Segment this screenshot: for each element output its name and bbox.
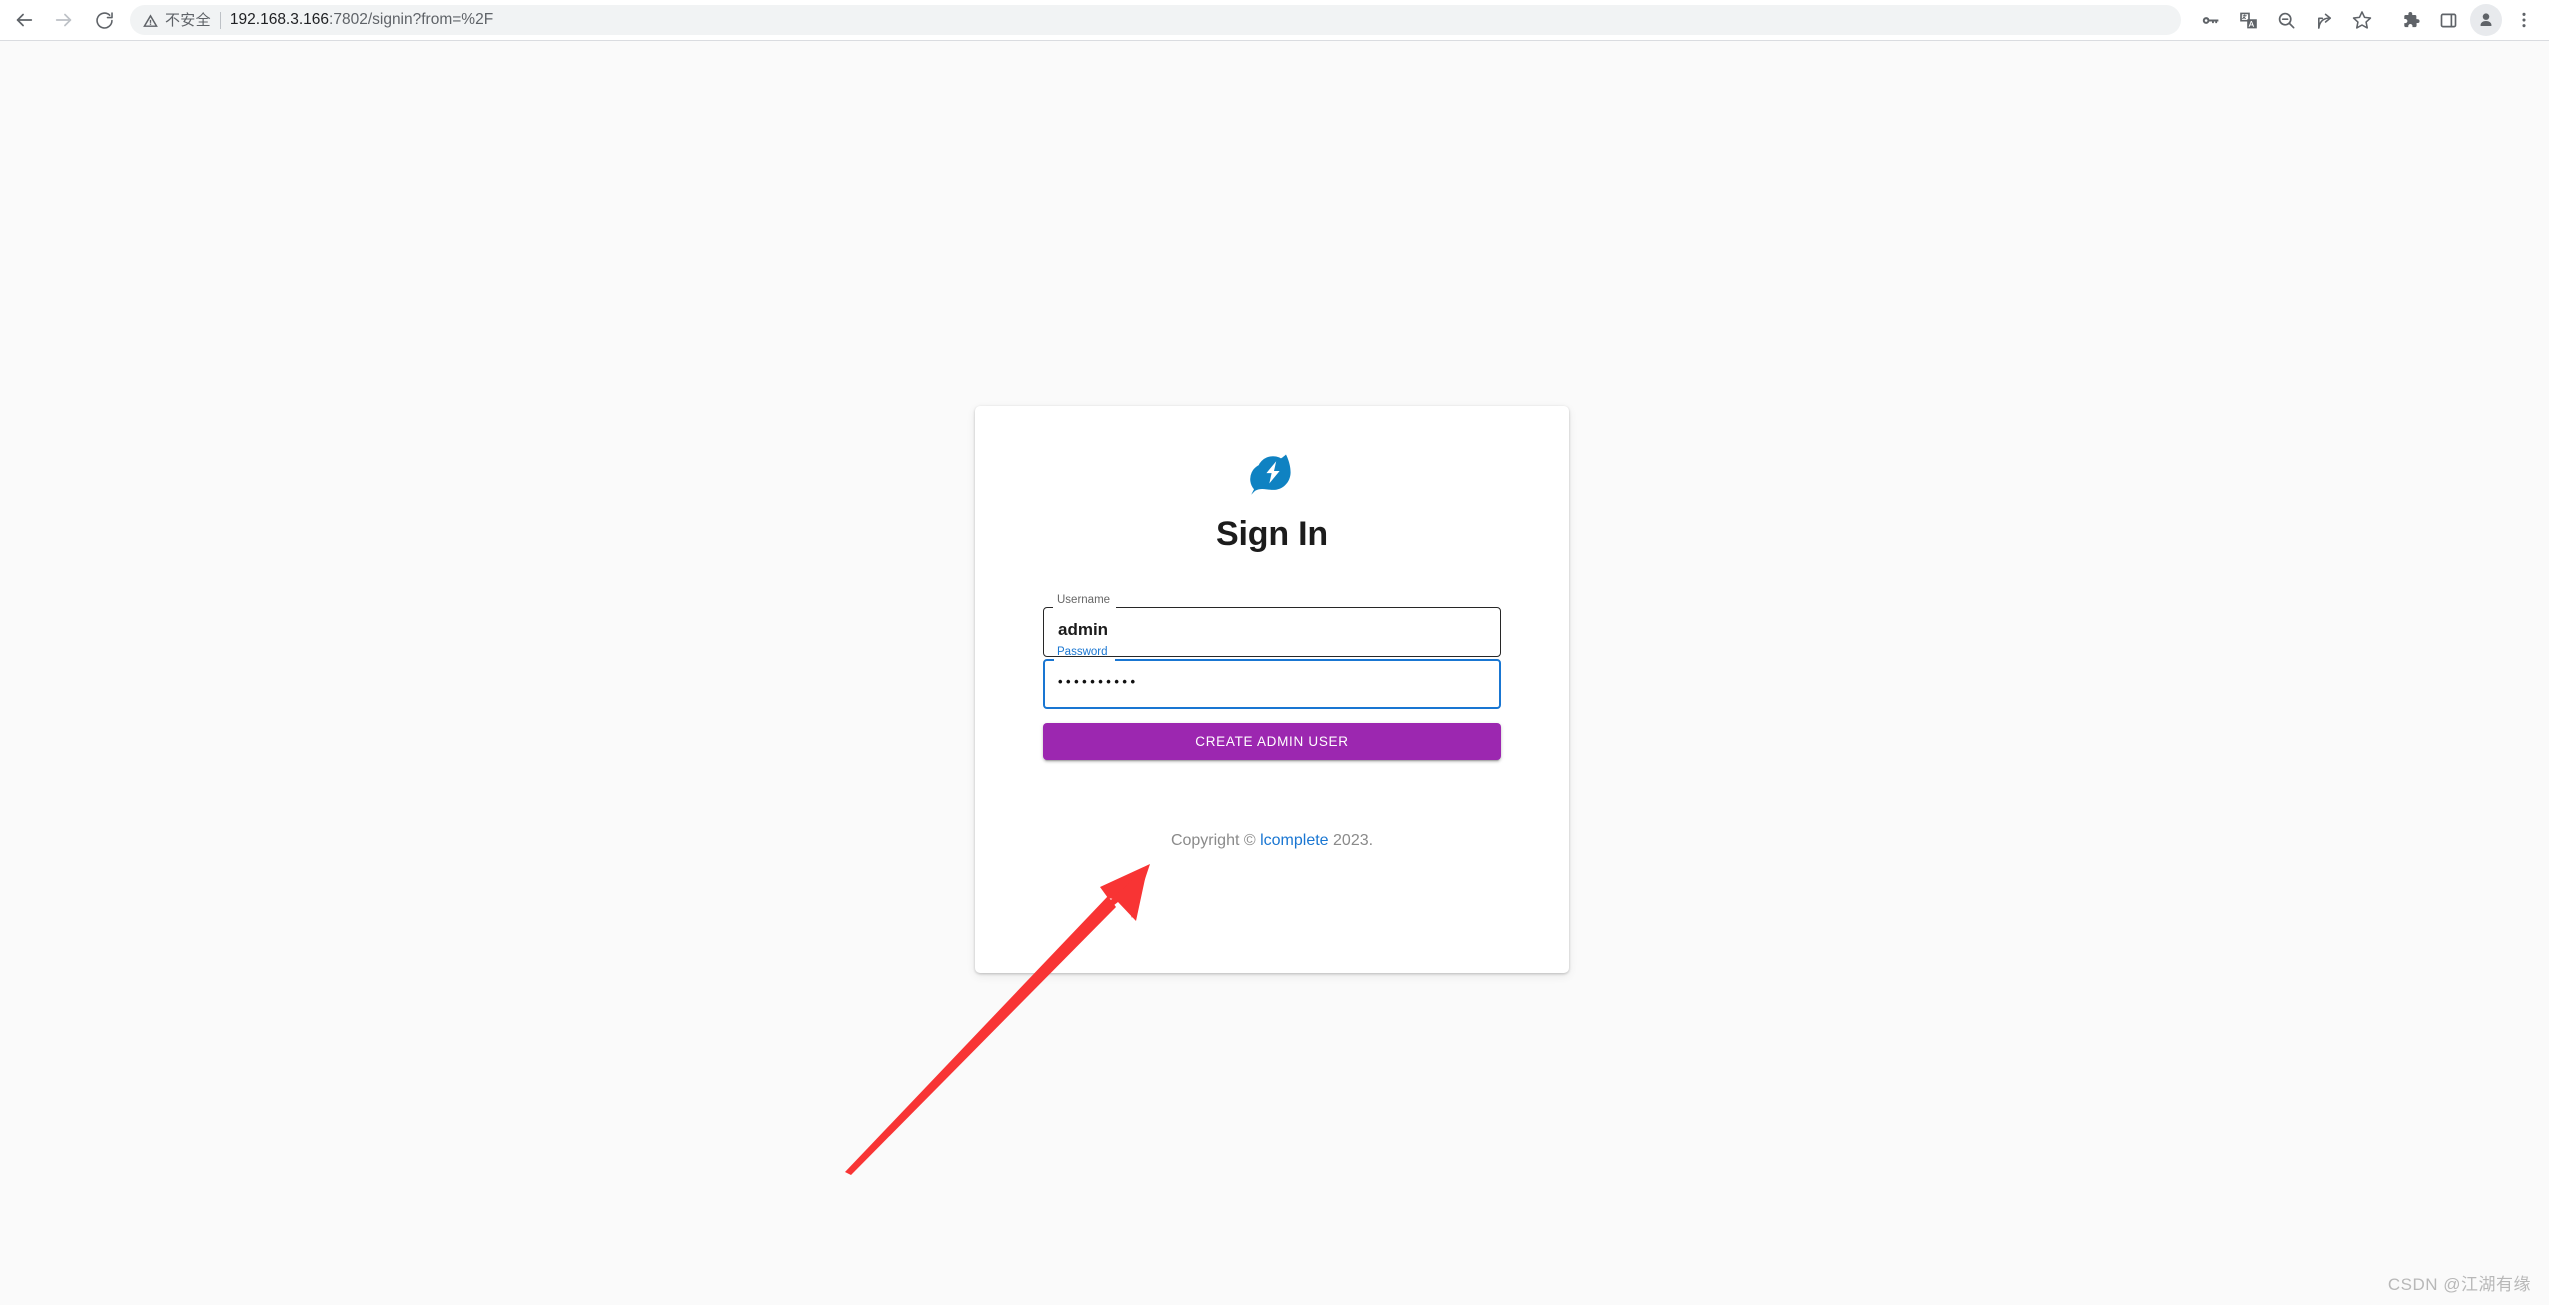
page-title: Sign In [1216, 515, 1328, 553]
password-key-button[interactable] [2191, 1, 2229, 39]
arrow-right-icon [55, 13, 72, 27]
url-path: :7802/signin?from=%2F [329, 12, 494, 28]
copyright-suffix: 2023. [1328, 832, 1374, 849]
forward-button[interactable] [44, 0, 84, 40]
side-panel-icon [2440, 13, 2456, 27]
url-host: 192.168.3.166 [229, 12, 330, 28]
address-bar[interactable]: 不安全 192.168.3.166:7802/signin?from=%2F [130, 5, 2181, 35]
reload-button[interactable] [84, 0, 124, 40]
username-field-outline: Username [1043, 602, 1501, 657]
profile-avatar-icon [2480, 13, 2492, 26]
copyright-prefix: Copyright © [1170, 832, 1261, 849]
more-menu-icon [2522, 12, 2526, 28]
password-value[interactable]: •••••••••• [1058, 654, 1139, 709]
share-button[interactable] [2305, 1, 2343, 39]
omnibox-divider [219, 11, 221, 29]
username-field[interactable]: Username Username admin [1043, 594, 1501, 657]
page-viewport: Sign In Username Username admin Password… [0, 41, 2549, 1305]
create-admin-user-button[interactable]: CREATE ADMIN USER [1043, 723, 1501, 760]
sign-in-card: Sign In Username Username admin Password… [975, 406, 1569, 973]
zoom-out-button[interactable] [2267, 1, 2305, 39]
watermark-label: CSDN @江湖有缘 [2387, 1275, 2531, 1294]
back-button[interactable] [4, 0, 44, 40]
bookmark-star-icon [2352, 11, 2372, 29]
password-field[interactable]: Password Password •••••••••• [1043, 646, 1501, 709]
copyright-text: Copyright © lcomplete 2023. [975, 832, 1569, 850]
profile-button[interactable] [2470, 4, 2502, 36]
more-menu-button[interactable] [2505, 1, 2543, 39]
arrow-left-icon [16, 13, 33, 27]
zoom-out-icon [2278, 12, 2295, 29]
extensions-button[interactable] [2391, 1, 2429, 39]
app-logo [975, 448, 1569, 496]
reload-icon [95, 11, 113, 29]
side-panel-button[interactable] [2429, 1, 2467, 39]
url-text: 192.168.3.166:7802/signin?from=%2F [230, 12, 493, 28]
bookmark-star-button[interactable] [2343, 1, 2381, 39]
share-icon [2317, 13, 2331, 29]
translate-icon [2239, 12, 2257, 28]
leaf-lightning-logo-icon [1250, 454, 1291, 495]
warning-triangle-icon [142, 12, 159, 29]
copyright-link[interactable]: lcomplete [1260, 832, 1328, 849]
browser-toolbar: 不安全 192.168.3.166:7802/signin?from=%2F [0, 0, 2549, 41]
security-status-label: 不安全 [165, 11, 211, 29]
translate-button[interactable] [2229, 1, 2267, 39]
toolbar-actions [2191, 1, 2543, 39]
password-key-icon [2202, 16, 2218, 24]
extensions-puzzle-icon [2403, 11, 2420, 27]
